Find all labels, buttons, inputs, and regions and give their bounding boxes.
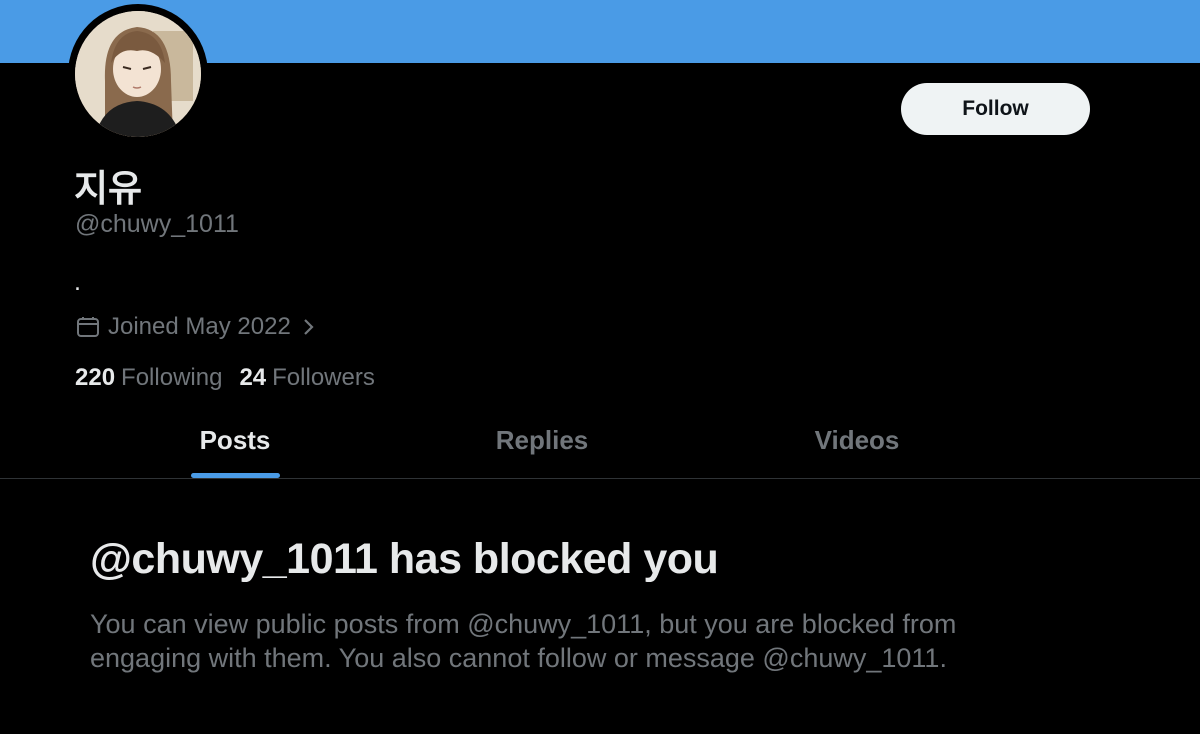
calendar-icon [77, 317, 99, 337]
avatar[interactable] [68, 4, 208, 144]
blocked-message: You can view public posts from @chuwy_10… [90, 609, 957, 673]
chevron-right-icon [304, 319, 314, 335]
followers-stat[interactable]: 24 Followers [239, 364, 374, 392]
profile-handle: @chuwy_1011 [75, 210, 239, 238]
joined-date-row[interactable]: Joined May 2022 [76, 313, 317, 341]
tab-videos[interactable]: Videos [815, 425, 900, 456]
following-stat[interactable]: 220 Following [75, 364, 222, 392]
display-name: 지유 [74, 167, 143, 210]
profile-bio: . [74, 268, 81, 296]
profile-stats: 220 Following 24 Followers [75, 364, 392, 392]
follow-button[interactable]: Follow [901, 83, 1090, 135]
avatar-image [75, 11, 201, 137]
followers-count: 24 [239, 364, 267, 391]
blocked-title: @chuwy_1011 has blocked you [90, 535, 719, 583]
profile-tabs: Posts Replies Videos [0, 400, 1200, 478]
tab-posts[interactable]: Posts [200, 425, 271, 456]
following-label: Following [121, 364, 223, 391]
following-count: 220 [75, 364, 116, 391]
tab-replies[interactable]: Replies [496, 425, 589, 456]
tabs-divider [0, 478, 1200, 479]
followers-label: Followers [272, 364, 375, 391]
joined-date: Joined May 2022 [108, 313, 291, 340]
